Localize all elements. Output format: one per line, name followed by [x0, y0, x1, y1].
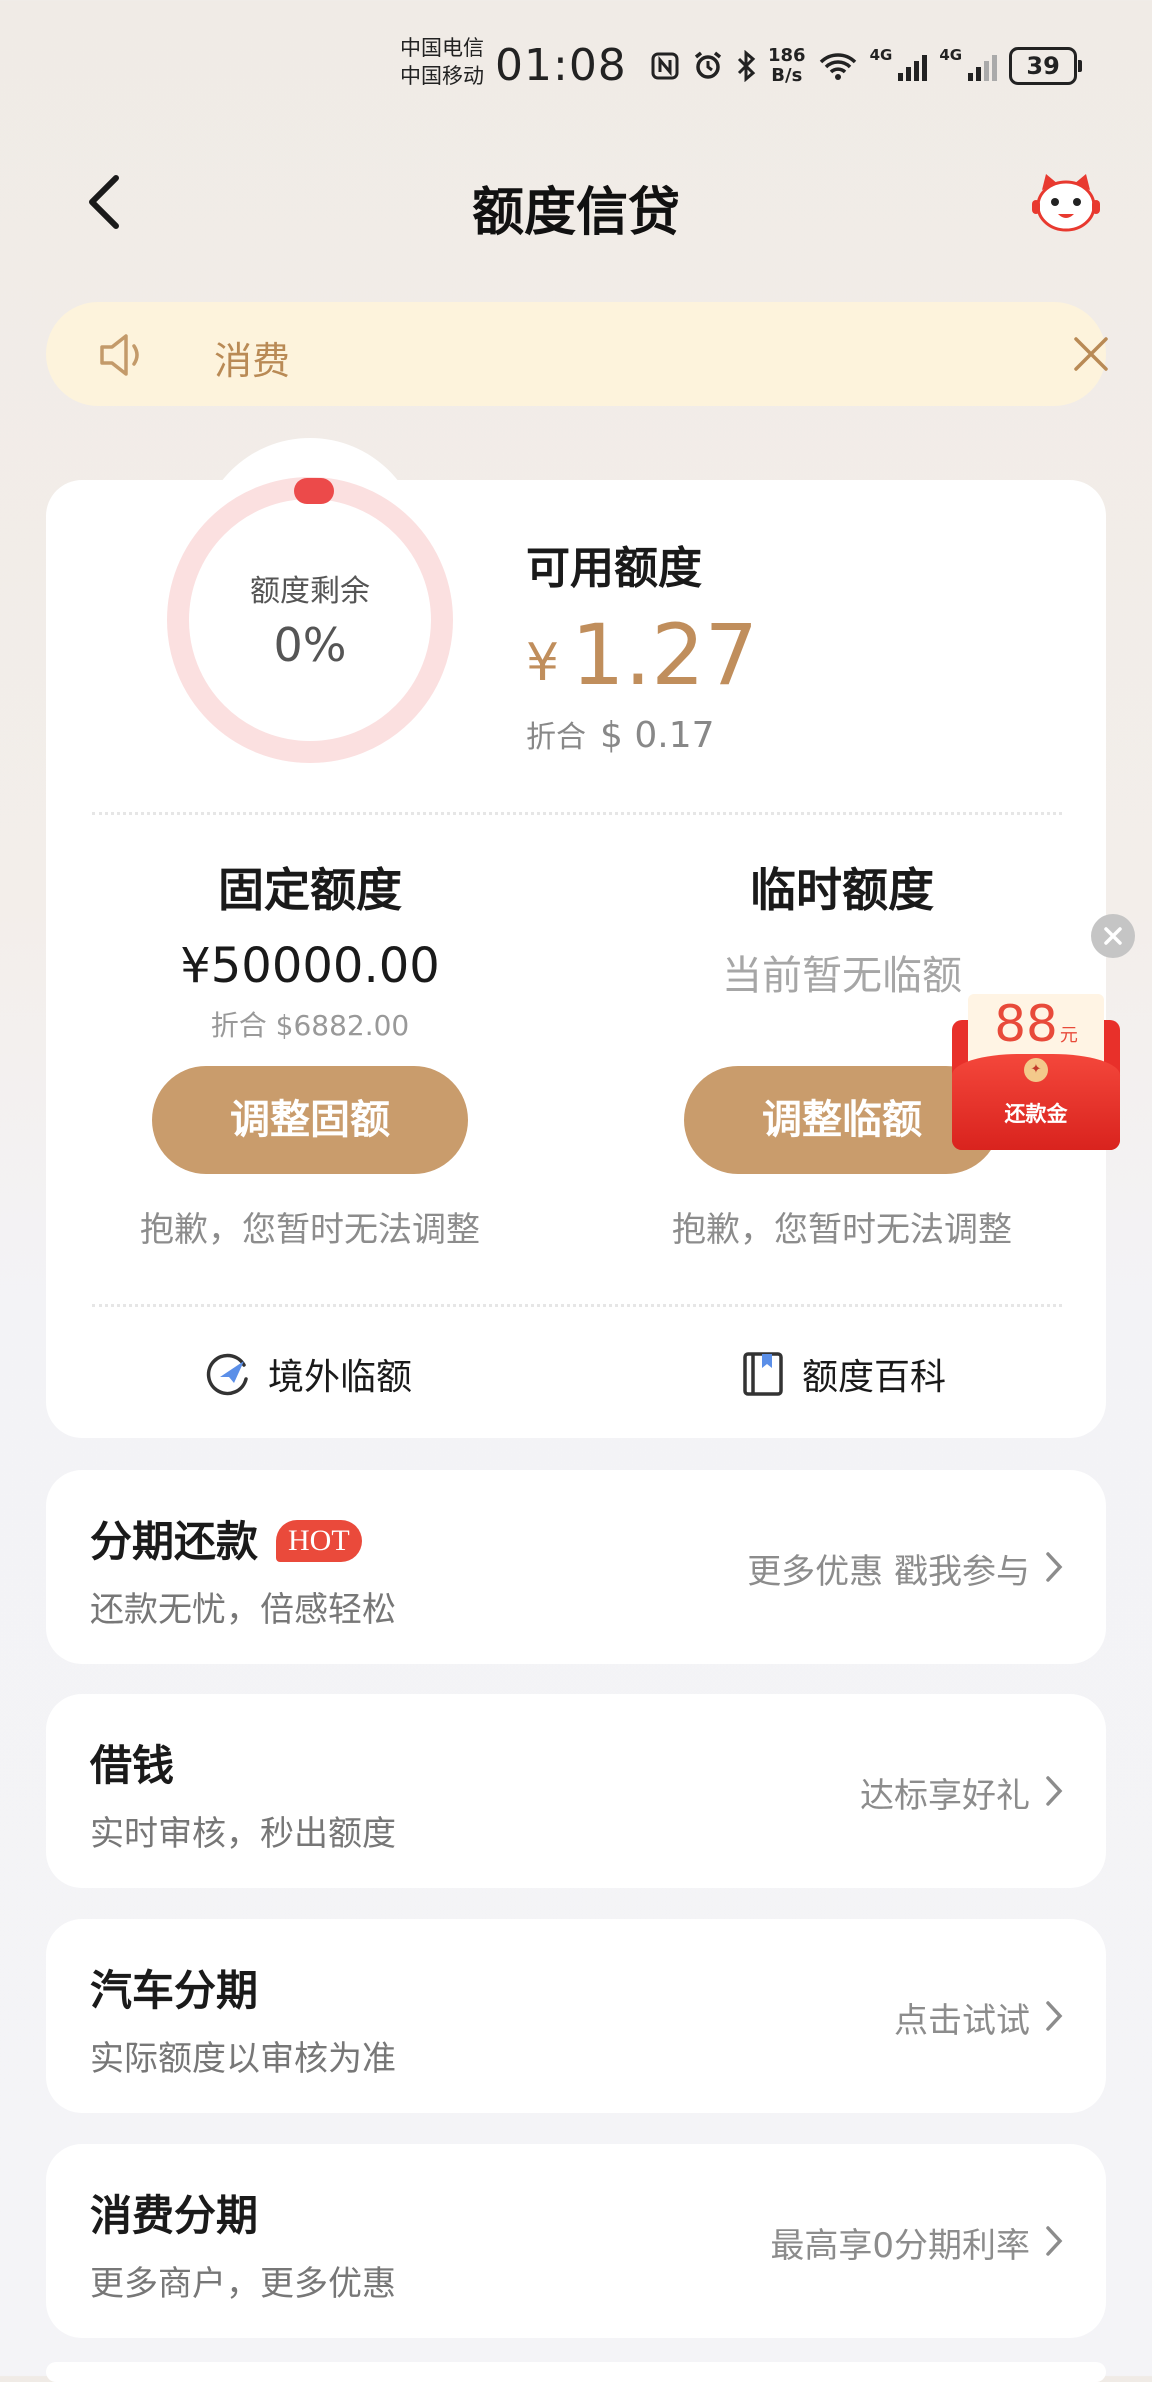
- fixed-quota-converted: 折合 $6882.00: [210, 1009, 410, 1042]
- item-action: 更多优惠 戳我参与: [747, 1552, 1030, 1592]
- carrier-info: 中国电信 中国移动: [400, 34, 484, 90]
- item-title: 分期还款 HOT: [90, 1508, 362, 1569]
- book-icon: [743, 1352, 783, 1396]
- mascot-service-icon[interactable]: [1028, 170, 1104, 236]
- signal-icon-2: [968, 51, 998, 81]
- item-action: 达标享好礼: [860, 1776, 1030, 1816]
- converted-amount: $ 0.17: [600, 715, 715, 756]
- battery-indicator: 39: [1009, 47, 1083, 85]
- item-desc: 实时审核，秒出额度: [90, 1814, 396, 1854]
- close-icon[interactable]: [1072, 335, 1110, 373]
- notice-bar[interactable]: 消费: [46, 302, 1108, 406]
- overseas-temp-link[interactable]: 境外临额: [206, 1348, 412, 1400]
- item-title: 汽车分期: [90, 1966, 259, 2015]
- temp-adjust-note: 抱歉，您暂时无法调整: [672, 1210, 1012, 1250]
- item-desc: 更多商户，更多优惠: [90, 2264, 396, 2304]
- network-speed: 186 B/s: [768, 45, 806, 86]
- item-action: 最高享0分期利率: [770, 2226, 1030, 2266]
- list-item-consumer-installment[interactable]: 消费分期 更多商户，更多优惠 最高享0分期利率: [46, 2144, 1106, 2338]
- carrier-1: 中国电信: [400, 36, 484, 60]
- ring-percent: 0%: [273, 618, 347, 672]
- ring-label: 额度剩余: [250, 574, 370, 609]
- alarm-icon: [694, 51, 722, 79]
- divider: [92, 1304, 1062, 1307]
- signal-icon-1: [898, 51, 928, 81]
- fixed-quota-section: 固定额度 ¥50000.00 折合 $6882.00: [70, 860, 550, 1044]
- item-desc: 实际额度以审核为准: [90, 2039, 396, 2079]
- item-title: 消费分期: [90, 2191, 259, 2240]
- wifi-icon: [819, 53, 856, 80]
- available-value: 1.27: [571, 606, 759, 704]
- available-converted: 折合 $ 0.17: [526, 712, 715, 756]
- quota-encyclopedia-link[interactable]: 额度百科: [740, 1348, 946, 1400]
- network-type-1: 4G: [869, 46, 893, 64]
- quota-encyclopedia-label: 额度百科: [802, 1357, 947, 1398]
- fixed-adjust-note: 抱歉，您暂时无法调整: [140, 1210, 480, 1250]
- divider: [92, 812, 1062, 815]
- nfc-icon: [651, 52, 679, 80]
- speaker-icon: [100, 334, 139, 376]
- promo-unit: 元: [1059, 1025, 1078, 1046]
- red-packet-promo[interactable]: 88 元 ✦ 还款金: [952, 994, 1120, 1150]
- overseas-temp-label: 境外临额: [268, 1357, 413, 1398]
- network-type-2: 4G: [939, 46, 963, 64]
- list-item-borrow[interactable]: 借钱 实时审核，秒出额度 达标享好礼: [46, 1694, 1106, 1888]
- status-bar: 中国电信 中国移动 01:08 186 B/s 4G 4G 39: [0, 0, 1152, 120]
- currency-symbol: ¥: [526, 633, 560, 693]
- chevron-right-icon: [1046, 1776, 1063, 1806]
- chevron-right-icon: [1046, 1552, 1063, 1582]
- item-action: 点击试试: [894, 2001, 1030, 2041]
- status-icons: 186 B/s 4G 4G 39: [650, 45, 1083, 86]
- notice-text: 消费: [214, 339, 291, 383]
- bluetooth-icon: [737, 50, 756, 82]
- chevron-right-icon: [1046, 2226, 1063, 2256]
- adjust-fixed-button[interactable]: 调整固额: [152, 1066, 468, 1174]
- chevron-right-icon: [1046, 2001, 1063, 2031]
- temp-quota-title: 临时额度: [750, 863, 934, 917]
- available-amount: ¥1.27: [526, 606, 758, 704]
- page-title: 额度信贷: [471, 183, 680, 243]
- promo-amount: 88: [994, 995, 1058, 1053]
- item-desc: 还款无忧，倍感轻松: [90, 1590, 396, 1630]
- fixed-quota-amount: ¥50000.00: [180, 938, 440, 994]
- carrier-2: 中国移动: [400, 64, 484, 88]
- temp-quota-section: 临时额度 当前暂无临额: [602, 860, 1082, 1004]
- list-item-car-installment[interactable]: 汽车分期 实际额度以审核为准 点击试试: [46, 1919, 1106, 2113]
- promo-close-icon[interactable]: [1091, 914, 1135, 958]
- item-title: 借钱: [90, 1741, 175, 1790]
- clock: 01:08: [495, 40, 627, 91]
- list-item-partial: [46, 2362, 1106, 2382]
- plane-globe-icon: [206, 1353, 248, 1396]
- converted-label: 折合: [526, 720, 586, 755]
- list-item-installment-repay[interactable]: 分期还款 HOT 还款无忧，倍感轻松 更多优惠 戳我参与: [46, 1470, 1106, 1664]
- hot-badge: HOT: [276, 1520, 362, 1562]
- available-title: 可用额度: [526, 543, 702, 594]
- fixed-quota-title: 固定额度: [218, 863, 402, 917]
- packet-seal-icon: ✦: [1024, 1058, 1048, 1082]
- promo-label: 还款金: [1004, 1102, 1068, 1126]
